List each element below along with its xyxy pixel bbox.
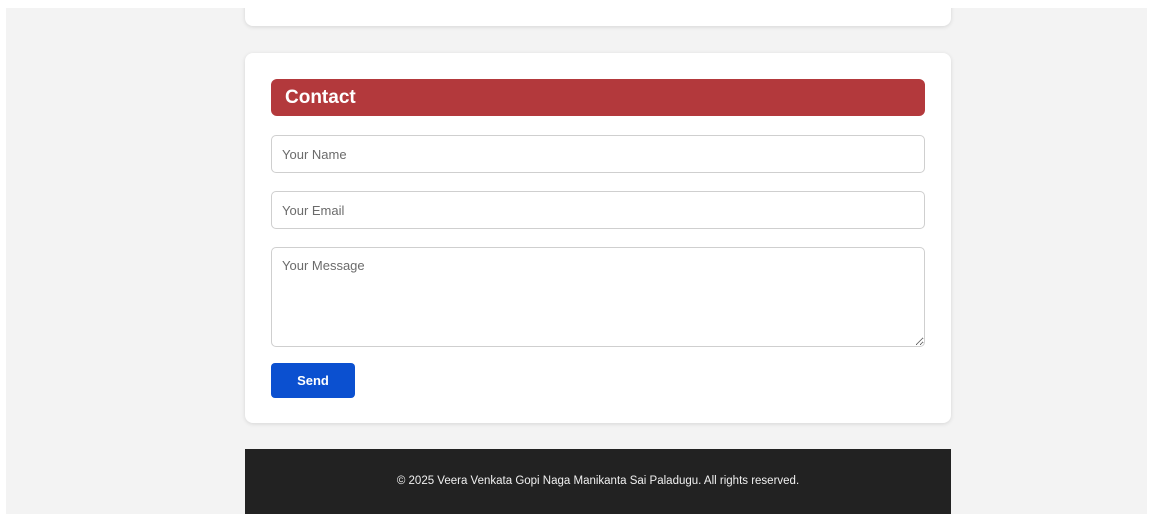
contact-section: Contact Send (245, 53, 951, 423)
send-button[interactable]: Send (271, 363, 355, 398)
previous-section-card (245, 8, 951, 26)
message-textarea[interactable] (271, 247, 925, 347)
page-viewport: Contact Send © 2025 Veera Venkata Gopi N… (6, 8, 1147, 514)
contact-heading: Contact (271, 79, 925, 116)
footer-copyright: © 2025 Veera Venkata Gopi Naga Manikanta… (396, 475, 800, 487)
email-input[interactable] (271, 191, 925, 229)
name-input[interactable] (271, 135, 925, 173)
site-footer: © 2025 Veera Venkata Gopi Naga Manikanta… (245, 449, 951, 514)
